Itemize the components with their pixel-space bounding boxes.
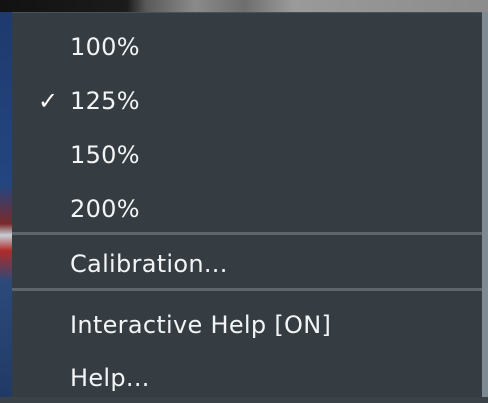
- menu-item-label: 200%: [70, 195, 140, 223]
- menu-item-zoom-125[interactable]: ✓ 125%: [12, 76, 482, 126]
- background-window-edge: [0, 12, 12, 397]
- context-menu: 100% ✓ 125% 150% 200% Calibration... Int…: [12, 12, 482, 397]
- menu-item-label: Calibration...: [70, 250, 228, 278]
- background-window-titlebar: [0, 0, 488, 12]
- checkmark-icon: ✓: [38, 87, 59, 115]
- menu-separator: [12, 232, 482, 235]
- menu-item-help[interactable]: Help...: [12, 353, 482, 403]
- menu-item-zoom-150[interactable]: 150%: [12, 130, 482, 180]
- menu-separator: [12, 288, 482, 291]
- menu-item-zoom-200[interactable]: 200%: [12, 184, 482, 234]
- menu-item-zoom-100[interactable]: 100%: [12, 22, 482, 72]
- menu-item-label: 150%: [70, 141, 140, 169]
- menu-item-label: 125%: [70, 87, 140, 115]
- menu-item-label: Help...: [70, 364, 150, 392]
- menu-item-interactive-help[interactable]: Interactive Help [ON]: [12, 300, 482, 350]
- background-window-edge-right: [482, 12, 488, 397]
- menu-item-label: Interactive Help [ON]: [70, 311, 332, 339]
- menu-item-label: 100%: [70, 33, 140, 61]
- menu-item-calibration[interactable]: Calibration...: [12, 239, 482, 289]
